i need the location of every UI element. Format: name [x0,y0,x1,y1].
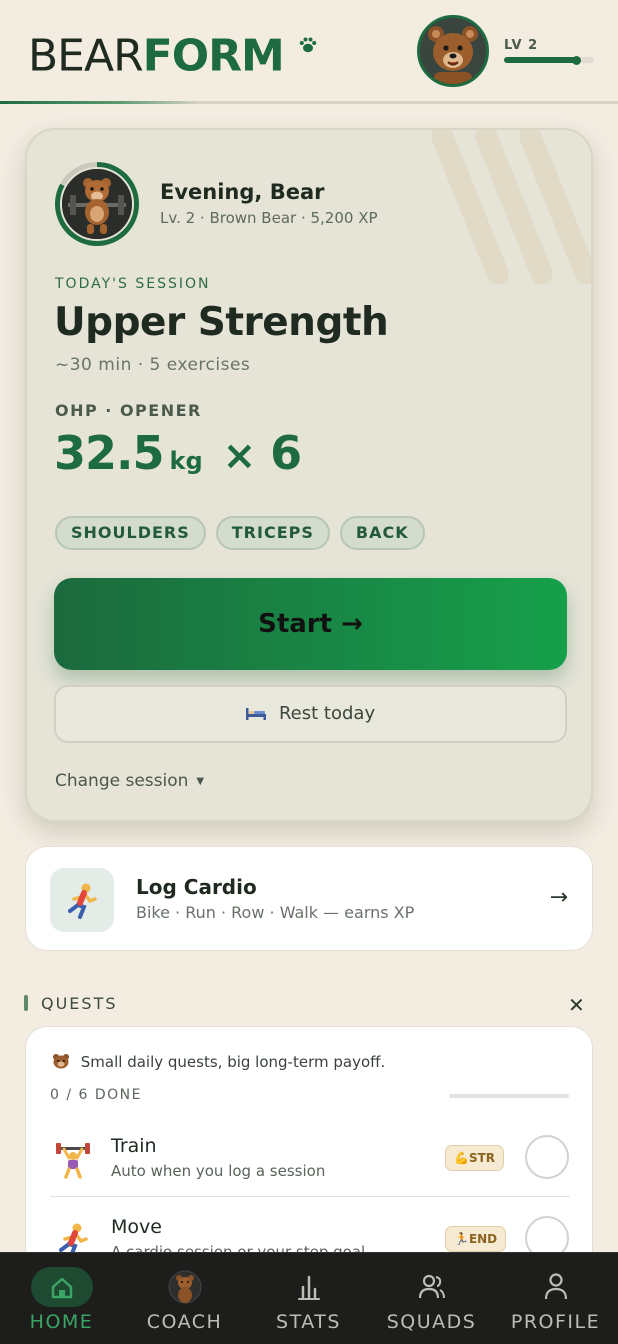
lift-reps: 6 [270,426,302,480]
rest-today-button[interactable]: Rest today [54,685,567,743]
coach-avatar-icon [165,1269,205,1305]
logo-text-bear: BEAR [28,30,144,82]
quests-done-count: 0 / 6 DONE [50,1087,142,1103]
level-progress-fill [504,55,581,65]
app-header: BEARFORM LV 2 [0,0,618,104]
weightlifter-icon [54,1141,92,1187]
change-session-dropdown[interactable]: Change session ▼ [55,771,204,791]
session-meta: ~30 min · 5 exercises [55,355,251,375]
nav-label: COACH [146,1311,223,1333]
lift-unit: kg [169,447,203,475]
paw-icon [292,36,318,61]
runner-icon [50,868,114,932]
log-cardio-card[interactable]: Log Cardio Bike · Run · Row · Walk — ear… [25,846,593,951]
rest-today-label: Rest today [278,703,376,724]
lift-times-sign: × [222,433,257,479]
quests-progress-bar [449,1094,569,1098]
quest-checkbox[interactable] [525,1135,569,1179]
quest-item[interactable]: Train Auto when you log a session 💪STR [50,1117,570,1197]
log-cardio-subtitle: Bike · Run · Row · Walk — earns XP [136,903,415,922]
quests-section-label: QUESTS [41,994,118,1013]
todays-session-label: TODAY'S SESSION [55,276,211,292]
quest-subtitle: Auto when you log a session [111,1162,326,1180]
quests-section-marker [24,995,28,1011]
app-logo[interactable]: BEARFORM [28,24,318,81]
quest-title: Train [111,1135,157,1157]
header-accent-line [0,101,200,104]
bear-face-icon [52,1053,75,1071]
nav-label: HOME [29,1311,94,1333]
nav-label: SQUADS [386,1311,477,1333]
level-progress-bar [504,55,594,65]
nav-label: PROFILE [510,1311,601,1333]
caret-down-icon: ▼ [196,775,205,787]
arrow-right-icon: → [549,885,568,910]
session-card: Evening, Bear Lv. 2 · Brown Bear · 5,200… [25,128,593,822]
bed-icon [245,704,271,723]
opener-lift-label: OHP · OPENER [55,401,202,420]
bottom-navigation: HOME COACH STATS SQUADS PROFILE [0,1252,618,1344]
bar-chart-icon [289,1269,329,1305]
opener-lift-value: 32.5 kg × 6 [54,426,302,480]
quest-stat-badge: 🏃END [445,1226,507,1252]
muscle-chip[interactable]: SHOULDERS [55,516,206,550]
lift-weight: 32.5 [54,426,164,480]
quest-stat-badge: 💪STR [445,1145,505,1171]
muscle-chips: SHOULDERS TRICEPS BACK [55,516,425,550]
quest-title: Move [111,1216,162,1238]
person-icon [536,1269,576,1305]
bear-avatar [60,167,134,241]
log-cardio-title: Log Cardio [136,875,257,899]
nav-item-profile[interactable]: PROFILE [494,1253,617,1344]
nav-item-home[interactable]: HOME [0,1253,123,1344]
muscle-chip[interactable]: BACK [339,516,425,550]
nav-label: STATS [276,1311,341,1333]
greeting-text: Evening, Bear [160,180,325,204]
close-icon[interactable]: ✕ [568,993,585,1017]
level-label: LV 2 [504,38,539,53]
quests-intro-text: Small daily quests, big long-term payoff… [80,1053,386,1071]
start-session-button[interactable]: Start → [54,578,567,670]
header-bear-avatar[interactable] [417,15,489,87]
nav-item-coach[interactable]: COACH [123,1253,246,1344]
nav-item-stats[interactable]: STATS [247,1253,370,1344]
bear-avatar-progress-ring[interactable] [55,162,139,246]
quests-intro: Small daily quests, big long-term payoff… [52,1053,385,1071]
nav-item-squads[interactable]: SQUADS [370,1253,493,1344]
logo-text-form: FORM [142,30,285,82]
change-session-label: Change session [55,771,189,791]
session-title: Upper Strength [54,300,389,345]
home-icon [42,1269,82,1305]
player-summary: Lv. 2 · Brown Bear · 5,200 XP [160,209,378,227]
muscle-chip[interactable]: TRICEPS [215,516,330,550]
people-icon [412,1269,452,1305]
